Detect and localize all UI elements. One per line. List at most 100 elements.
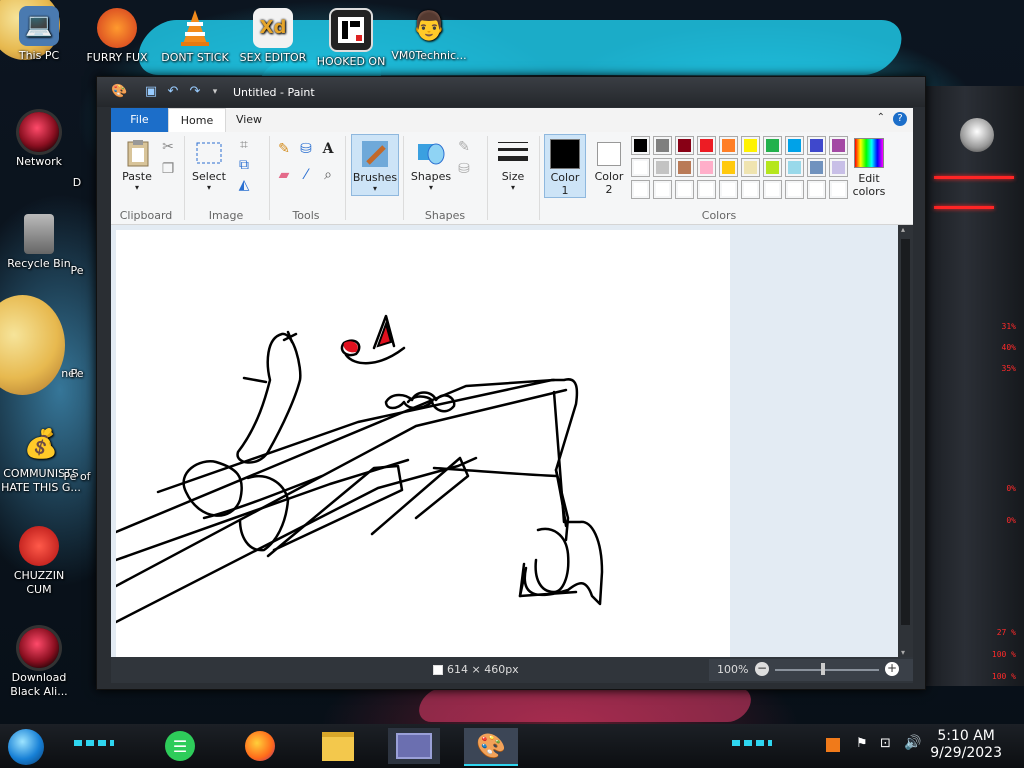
- palette-swatch[interactable]: [697, 136, 716, 155]
- brushes-button[interactable]: Brushes ▾: [351, 134, 399, 196]
- taskbar-file-explorer[interactable]: [316, 728, 360, 764]
- size-button[interactable]: Size ▾: [493, 138, 533, 192]
- palette-swatch[interactable]: [653, 136, 672, 155]
- customize-toolbar-icon[interactable]: ▾: [207, 84, 223, 100]
- palette-swatch[interactable]: [675, 136, 694, 155]
- color1-button[interactable]: Color 1: [544, 134, 586, 198]
- taskbar-window-app[interactable]: [388, 728, 440, 764]
- rotate-icon[interactable]: ◭: [235, 176, 253, 194]
- desktop-icon-hooked-on[interactable]: HOOKED ON: [312, 8, 390, 69]
- save-icon[interactable]: ▣: [143, 84, 159, 100]
- desktop-icon-dont-stick[interactable]: DONT STICK: [156, 8, 234, 65]
- scroll-down-icon[interactable]: ▾: [901, 648, 905, 657]
- taskbar-paint[interactable]: 🎨: [464, 728, 518, 766]
- start-button[interactable]: [8, 729, 44, 765]
- swatch-color: [678, 183, 691, 196]
- palette-swatch[interactable]: [653, 180, 672, 199]
- color2-number: 2: [605, 183, 613, 196]
- meter-bar: [934, 176, 1014, 179]
- swatch-color: [722, 183, 735, 196]
- magnifier-icon[interactable]: ⌕: [319, 166, 337, 184]
- palette-swatch[interactable]: [631, 180, 650, 199]
- palette-swatch[interactable]: [741, 136, 760, 155]
- eraser-icon[interactable]: ▰: [275, 166, 293, 184]
- zoom-in-button[interactable]: +: [885, 662, 899, 676]
- zoom-slider[interactable]: [775, 669, 879, 671]
- palette-swatch[interactable]: [631, 136, 650, 155]
- taskbar-firefox[interactable]: [238, 728, 282, 764]
- tab-view[interactable]: View: [226, 108, 272, 132]
- desktop-icon-vm0technic[interactable]: 👨 VM0Technic...: [390, 6, 468, 63]
- scroll-up-icon[interactable]: ▴: [901, 225, 905, 234]
- desktop-icon-recycle-bin[interactable]: Recycle Bin: [0, 214, 78, 271]
- palette-swatch[interactable]: [763, 180, 782, 199]
- copy-icon[interactable]: ❐: [159, 160, 177, 178]
- desktop-icon-download-black-ali[interactable]: Download Black Ali...: [0, 628, 78, 699]
- text-tool-icon[interactable]: A: [319, 140, 337, 158]
- redo-icon[interactable]: ↷: [187, 84, 203, 100]
- palette-swatch[interactable]: [807, 136, 826, 155]
- palette-swatch[interactable]: [785, 136, 804, 155]
- palette-swatch[interactable]: [697, 180, 716, 199]
- palette-swatch[interactable]: [675, 180, 694, 199]
- doctor-person-icon: 👨: [411, 9, 447, 42]
- paint-app-icon[interactable]: 🎨: [111, 84, 127, 100]
- palette-swatch[interactable]: [785, 158, 804, 177]
- zoom-slider-thumb[interactable]: [821, 663, 825, 675]
- color-picker-icon[interactable]: ⁄: [297, 166, 315, 184]
- palette-swatch[interactable]: [829, 180, 848, 199]
- resize-icon[interactable]: ⧉: [235, 156, 253, 174]
- swatch-color: [678, 139, 691, 152]
- fill-icon[interactable]: ⛁: [455, 160, 473, 178]
- color2-button[interactable]: Color 2: [589, 136, 629, 196]
- help-icon[interactable]: ?: [893, 112, 907, 126]
- paste-button[interactable]: Paste ▾: [117, 138, 157, 192]
- select-button[interactable]: Select ▾: [189, 138, 229, 192]
- palette-swatch[interactable]: [675, 158, 694, 177]
- desktop-icon-furry-fux[interactable]: FURRY FUX: [78, 8, 156, 65]
- edit-colors-button[interactable]: Edit colors: [851, 138, 887, 198]
- palette-swatch[interactable]: [719, 158, 738, 177]
- fill-bucket-icon[interactable]: ⛁: [297, 140, 315, 158]
- tab-file[interactable]: File: [111, 108, 168, 132]
- palette-swatch[interactable]: [719, 180, 738, 199]
- tray-app-icon[interactable]: [826, 738, 840, 752]
- clock[interactable]: 5:10 AM 9/29/2023: [930, 728, 1002, 762]
- desktop-icon-sex-editor[interactable]: Xd SEX EDITOR: [234, 8, 312, 65]
- palette-swatch[interactable]: [829, 158, 848, 177]
- taskbar-notes-app[interactable]: ☰: [158, 728, 202, 764]
- palette-swatch[interactable]: [785, 180, 804, 199]
- network-icon[interactable]: ⊡: [880, 736, 891, 751]
- zoom-out-button[interactable]: −: [755, 662, 769, 676]
- volume-icon[interactable]: 🔊: [904, 735, 921, 751]
- palette-swatch[interactable]: [829, 136, 848, 155]
- desktop-icon-this-pc[interactable]: 💻 This PC: [0, 6, 78, 63]
- shapes-button[interactable]: Shapes ▾: [409, 138, 453, 192]
- undo-icon[interactable]: ↶: [165, 84, 181, 100]
- palette-swatch[interactable]: [741, 180, 760, 199]
- palette-swatch[interactable]: [653, 158, 672, 177]
- desktop-icon-communists[interactable]: 💰 COMMUNISTS HATE THIS G...: [0, 424, 82, 495]
- crop-icon[interactable]: ⌗: [235, 136, 253, 154]
- swatch-color: [810, 161, 823, 174]
- title-bar[interactable]: 🎨 ▣ ↶ ↷ ▾ Untitled - Paint: [97, 77, 925, 107]
- cut-icon[interactable]: ✂: [159, 138, 177, 156]
- drawing-canvas[interactable]: [114, 230, 730, 657]
- outline-icon[interactable]: ✎: [455, 138, 473, 156]
- palette-swatch[interactable]: [631, 158, 650, 177]
- palette-swatch[interactable]: [741, 158, 760, 177]
- tab-home[interactable]: Home: [168, 108, 226, 133]
- palette-swatch[interactable]: [807, 158, 826, 177]
- scrollbar-thumb[interactable]: [901, 239, 910, 625]
- palette-swatch[interactable]: [763, 158, 782, 177]
- flag-icon[interactable]: ⚑: [856, 736, 868, 751]
- collapse-ribbon-icon[interactable]: ⌃: [877, 112, 885, 123]
- desktop-icon-network[interactable]: Network: [0, 112, 78, 169]
- desktop-icon-chuzzin[interactable]: CHUZZIN CUM: [0, 526, 78, 597]
- palette-swatch[interactable]: [807, 180, 826, 199]
- palette-swatch[interactable]: [763, 136, 782, 155]
- vertical-scrollbar[interactable]: ▴ ▾: [898, 225, 913, 657]
- palette-swatch[interactable]: [719, 136, 738, 155]
- pencil-icon[interactable]: ✎: [275, 140, 293, 158]
- palette-swatch[interactable]: [697, 158, 716, 177]
